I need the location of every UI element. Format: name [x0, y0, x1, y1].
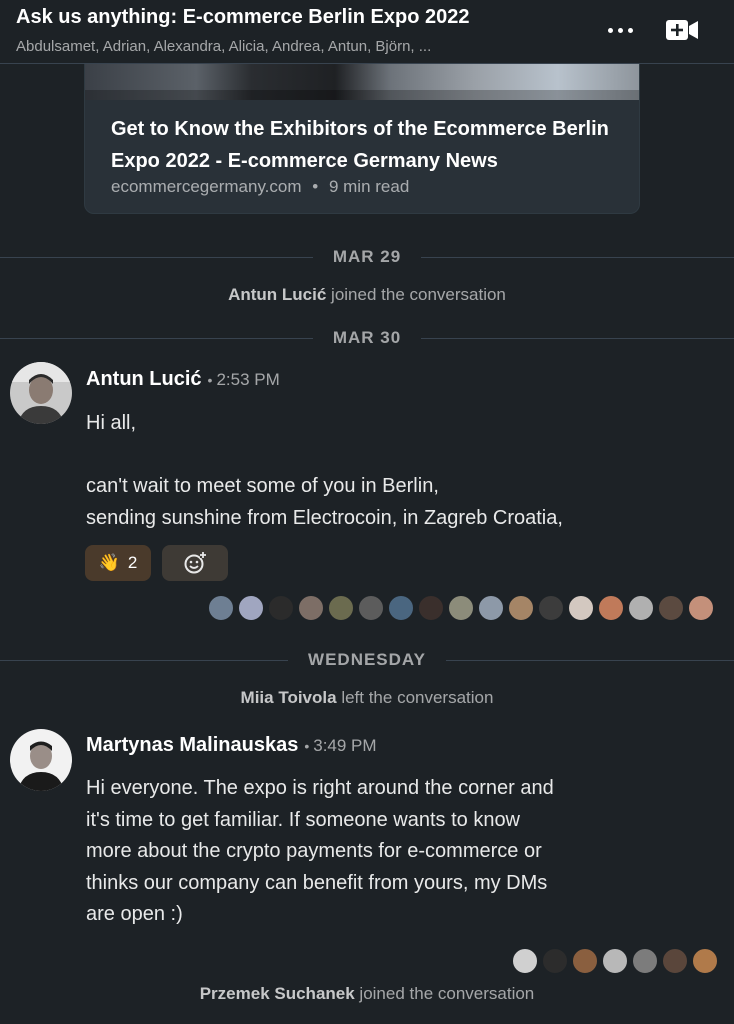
event-joined: Przemek Suchanek joined the conversation [199, 984, 535, 1003]
seen-avatar [632, 948, 658, 974]
more-horizontal-icon [607, 27, 613, 33]
message-body: Hi all, can't wait to meet some of you i… [86, 412, 563, 529]
sender-name[interactable]: Antun Lucić [86, 368, 202, 390]
add-emoji-icon [184, 552, 206, 574]
seen-avatar [602, 948, 628, 974]
seen-avatar [298, 595, 324, 621]
seen-avatar [542, 948, 568, 974]
link-preview-domain: ecommercegermany.com [111, 177, 302, 196]
date-divider: WEDNESDAY [0, 648, 734, 672]
seen-avatar [328, 595, 354, 621]
message-sender: Martynas Malinauskas • 3:49 PM [86, 734, 377, 756]
video-add-icon [666, 20, 698, 40]
event-joined: Antun Lucić joined the conversation [228, 285, 506, 304]
add-reaction-button[interactable] [162, 545, 228, 581]
read-receipts[interactable] [512, 948, 718, 974]
avatar[interactable] [10, 729, 72, 791]
wave-emoji-icon: 👋 [98, 553, 120, 572]
seen-avatar [238, 595, 264, 621]
message-list[interactable]: Get to Know the Exhibitors of the Ecomme… [0, 64, 734, 1024]
reaction-button[interactable]: 👋 2 [85, 545, 151, 581]
seen-avatar [538, 595, 564, 621]
video-call-button[interactable] [662, 14, 702, 46]
seen-avatar [512, 948, 538, 974]
conversation-title[interactable]: Ask us anything: E-commerce Berlin Expo … [16, 6, 470, 29]
seen-avatar [688, 595, 714, 621]
seen-avatar [658, 595, 684, 621]
read-receipts[interactable] [208, 595, 714, 621]
seen-avatar [388, 595, 414, 621]
message-body: Hi everyone. The expo is right around th… [86, 777, 554, 925]
link-preview-read-time: 9 min read [328, 177, 410, 196]
seen-avatar [568, 595, 594, 621]
seen-avatar [418, 595, 444, 621]
message-time: 2:53 PM [216, 370, 280, 389]
link-preview-image [85, 64, 639, 100]
seen-avatar [358, 595, 384, 621]
link-preview-card[interactable]: Get to Know the Exhibitors of the Ecomme… [84, 64, 640, 214]
seen-avatar [628, 595, 654, 621]
message-sender: Antun Lucić • 2:53 PM [86, 368, 280, 390]
more-options-button[interactable] [600, 14, 640, 46]
event-person-link[interactable]: Miia Toivola [241, 688, 337, 707]
seen-avatar [208, 595, 234, 621]
seen-avatar [268, 595, 294, 621]
date-divider: MAR 30 [0, 326, 734, 350]
link-preview-meta: ecommercegermany.com • 9 min read [111, 177, 410, 196]
date-divider: MAR 29 [0, 245, 734, 269]
seen-avatar [448, 595, 474, 621]
seen-avatar [598, 595, 624, 621]
seen-avatar [572, 948, 598, 974]
link-preview-title: Get to Know the Exhibitors of the Ecomme… [111, 118, 609, 172]
sender-name[interactable]: Martynas Malinauskas [86, 734, 298, 756]
event-left: Miia Toivola left the conversation [240, 688, 494, 707]
reaction-count: 2 [127, 553, 138, 572]
avatar[interactable] [10, 362, 72, 424]
conversation-header: Ask us anything: E-commerce Berlin Expo … [0, 0, 734, 64]
event-person-link[interactable]: Przemek Suchanek [200, 984, 355, 1003]
participants-list[interactable]: Abdulsamet, Adrian, Alexandra, Alicia, A… [16, 38, 431, 55]
seen-avatar [478, 595, 504, 621]
message-time: 3:49 PM [313, 736, 377, 755]
seen-avatar [508, 595, 534, 621]
seen-avatar [692, 948, 718, 974]
seen-avatar [662, 948, 688, 974]
event-person-link[interactable]: Antun Lucić [228, 285, 326, 304]
